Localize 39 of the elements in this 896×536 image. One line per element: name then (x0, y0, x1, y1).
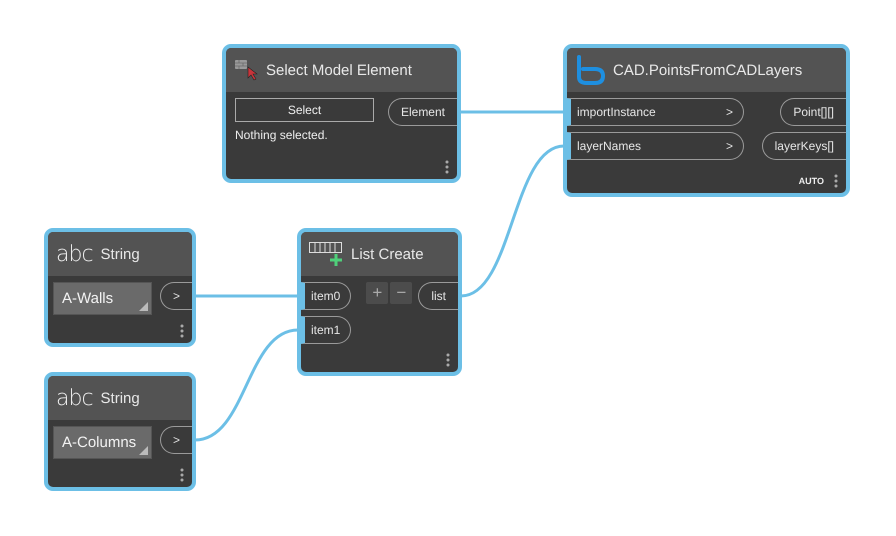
input-port[interactable]: item1 (301, 316, 352, 344)
status-text: Nothing selected. (235, 128, 328, 142)
node-card[interactable]: abc String A-Walls > (44, 228, 196, 347)
resize-grip-icon (139, 446, 148, 455)
node-card[interactable]: abc String A-Columns > (44, 372, 196, 491)
node-card[interactable]: List Create item0 item1 + − list (297, 228, 462, 376)
output-port[interactable]: Point[][] (780, 98, 846, 126)
output-port[interactable]: Element (388, 98, 457, 126)
input-port[interactable]: importInstance > (567, 98, 744, 126)
node-title: String (100, 390, 140, 406)
abc-icon-text: abc (56, 242, 93, 266)
more-icon (180, 324, 184, 338)
node-title: List Create (351, 246, 424, 262)
node-card[interactable]: CAD.PointsFromCADLayers importInstance > layerNames > Point[][] layerKeys[] AUTO (563, 44, 850, 197)
resize-grip-icon (139, 302, 148, 311)
output-port[interactable]: list (418, 282, 458, 310)
node-card[interactable]: Select Model Element Select Nothing selected. Element (222, 44, 461, 183)
list-plus-icon (309, 242, 343, 266)
abc-icon-text: abc (56, 386, 93, 410)
more-icon (180, 468, 184, 482)
node-title: Select Model Element (266, 62, 412, 78)
brick-cursor-icon (234, 58, 258, 82)
more-icon (446, 353, 450, 367)
input-port[interactable]: item0 (301, 282, 352, 310)
more-icon (445, 160, 449, 174)
select-button[interactable]: Select (235, 98, 374, 122)
output-port[interactable]: > (160, 426, 192, 454)
output-port[interactable]: layerKeys[] (762, 132, 846, 160)
add-input-button[interactable]: + (366, 282, 388, 304)
node-title: CAD.PointsFromCADLayers (613, 62, 802, 78)
node-title: String (100, 246, 140, 262)
output-port[interactable]: > (160, 282, 192, 310)
input-port[interactable]: layerNames > (567, 132, 744, 160)
b-logo-icon (575, 55, 605, 85)
string-input-field[interactable]: A-Walls (53, 282, 152, 315)
remove-input-button[interactable]: − (390, 282, 412, 304)
more-icon (834, 174, 838, 188)
string-input-field[interactable]: A-Columns (53, 426, 152, 459)
lacing-label: AUTO (798, 176, 824, 186)
